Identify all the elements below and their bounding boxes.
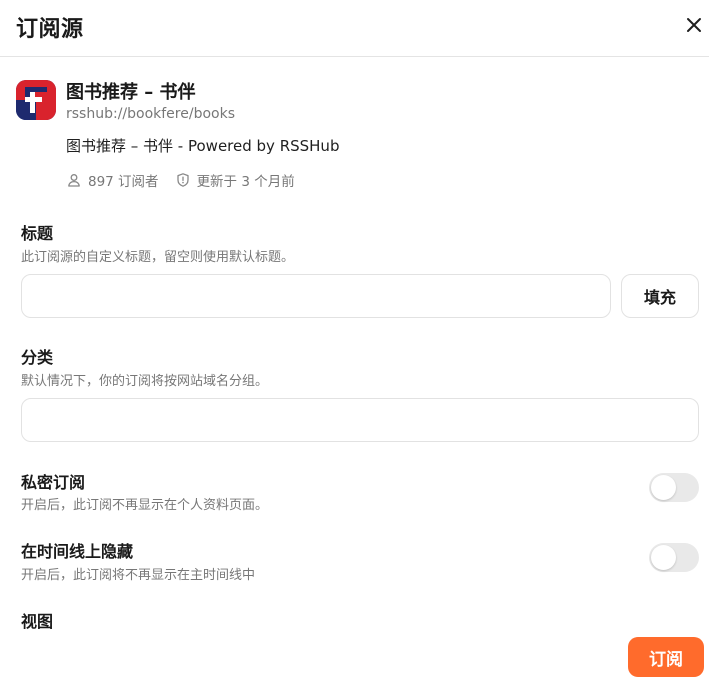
hide-from-timeline-toggle[interactable]: [649, 543, 699, 572]
private-subscription-label: 私密订阅: [21, 473, 86, 492]
private-subscription-hint: 开启后，此订阅不再显示在个人资料页面。: [21, 498, 269, 513]
user-icon: [66, 172, 82, 188]
subscriber-count: 897 订阅者: [66, 170, 159, 190]
dialog-header: 订阅源: [0, 0, 709, 57]
feed-url: rsshub://bookfere/books: [66, 106, 235, 122]
toggle-knob: [651, 475, 676, 500]
view-label: 视图: [21, 612, 54, 631]
dialog-title: 订阅源: [16, 17, 84, 42]
category-hint: 默认情况下，你的订阅将按网站域名分组。: [21, 374, 269, 389]
subscribe-dialog: 订阅源 图书推荐 – 书伴 rsshub://bookfere/books 图书…: [0, 0, 723, 697]
subscribe-button[interactable]: 订阅: [628, 637, 704, 677]
shield-clock-icon: [175, 172, 191, 188]
fill-button[interactable]: 填充: [621, 274, 699, 318]
category-input[interactable]: [21, 398, 699, 442]
title-input[interactable]: [21, 274, 611, 318]
private-subscription-toggle[interactable]: [649, 473, 699, 502]
feed-title: 图书推荐 – 书伴: [66, 82, 196, 103]
updated-time: 更新于 3 个月前: [175, 170, 295, 190]
feed-meta: 897 订阅者 更新于 3 个月前: [66, 170, 295, 190]
category-label: 分类: [21, 348, 54, 367]
hide-from-timeline-label: 在时间线上隐藏: [21, 542, 134, 561]
feed-avatar: [16, 80, 56, 120]
title-label: 标题: [21, 224, 54, 243]
close-button[interactable]: [682, 13, 706, 37]
toggle-knob: [651, 545, 676, 570]
title-hint: 此订阅源的自定义标题，留空则使用默认标题。: [21, 250, 295, 265]
updated-time-text: 更新于 3 个月前: [196, 174, 295, 190]
subscriber-count-text: 897 订阅者: [88, 174, 159, 190]
feed-description: 图书推荐 – 书伴 - Powered by RSSHub: [66, 137, 340, 155]
close-icon: [687, 18, 701, 32]
hide-from-timeline-hint: 开启后，此订阅将不再显示在主时间线中: [21, 568, 256, 583]
